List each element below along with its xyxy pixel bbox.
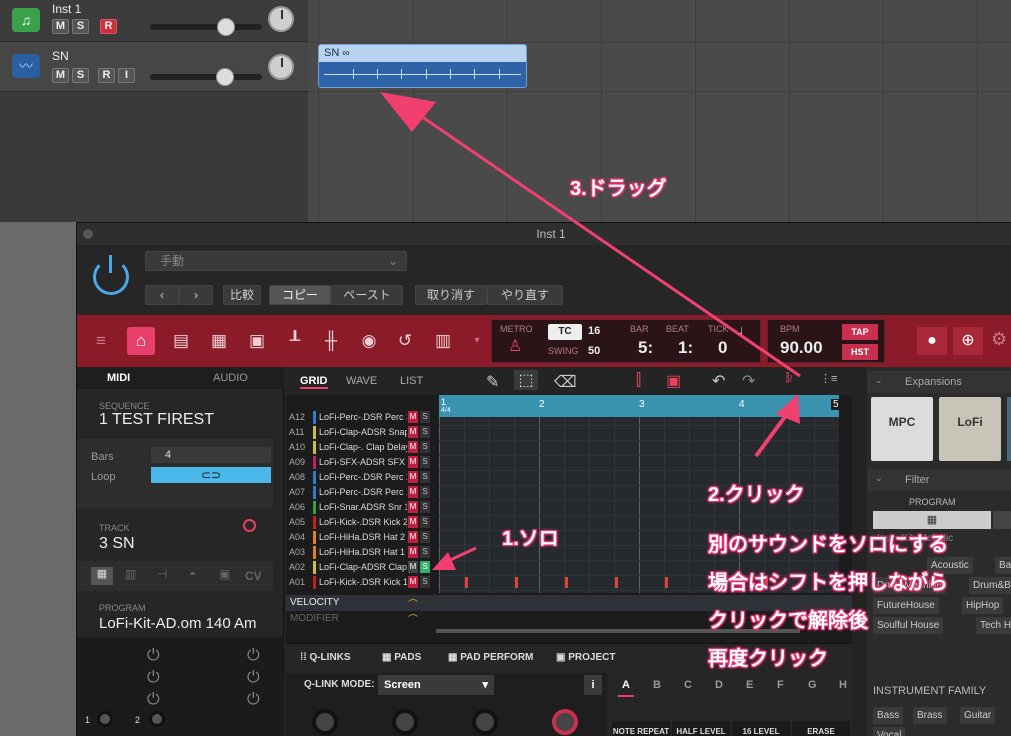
annotation-note-line: 場合はシフトを押しながら <box>708 572 948 594</box>
annotation-note-line: 別のサウンドをソロにする <box>708 534 949 556</box>
screen: ♫ Inst 1 M S R 〰 SN M S R I SN ∞ Inst 1 <box>0 0 1011 736</box>
annotation-drag: 3.ドラッグ <box>570 178 667 200</box>
annotation-note-line: 再度クリック <box>708 648 828 670</box>
annotation-note-line: クリックで解除後 <box>708 610 868 632</box>
drag-arrow-head <box>380 92 436 132</box>
annotation-solo: 1.ソロ <box>502 528 559 550</box>
annotation-click: 2.クリック <box>708 484 805 506</box>
drag-arrow-line <box>414 110 801 378</box>
solo-arrow-head <box>432 552 456 570</box>
click-arrow-head <box>776 394 800 424</box>
